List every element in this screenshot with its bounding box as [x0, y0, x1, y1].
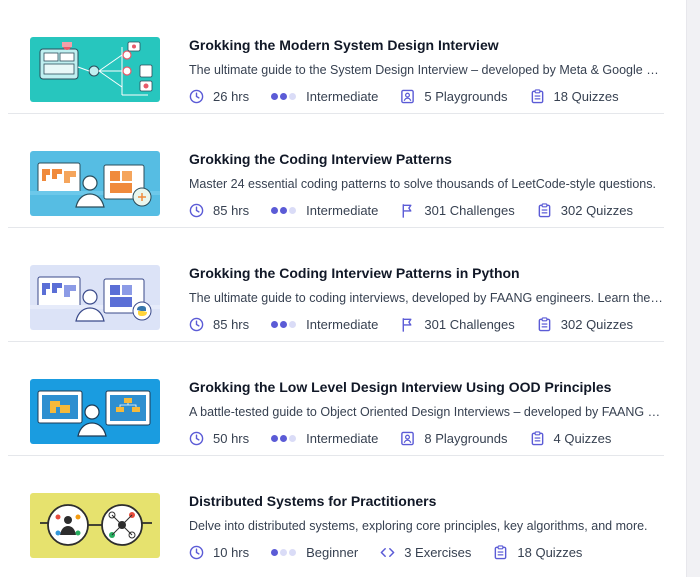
course-title[interactable]: Grokking the Coding Interview Patterns [189, 151, 452, 167]
stat-quizzes-text: 4 Quizzes [553, 430, 612, 446]
duration: 10 hrs [189, 545, 249, 560]
playground-icon [401, 431, 415, 445]
clock-icon [189, 203, 204, 217]
course-description: The ultimate guide to coding interviews,… [189, 291, 664, 305]
flag-icon [402, 203, 412, 218]
difficulty: Intermediate [271, 431, 378, 446]
course-thumbnail[interactable] [30, 379, 160, 444]
duration-text: 50 hrs [213, 430, 250, 446]
stat-quizzes: 18 Quizzes [530, 89, 619, 104]
difficulty-dots [271, 92, 298, 100]
course-meta: 85 hrs Intermediate 301 Challenges 302 Q… [189, 201, 655, 219]
duration-text: 85 hrs [213, 202, 250, 218]
course-list: Grokking the Modern System Design Interv… [0, 0, 686, 577]
duration-text: 26 hrs [213, 88, 250, 104]
clock-icon [189, 317, 204, 331]
quiz-icon [538, 202, 551, 217]
duration: 26 hrs [189, 89, 249, 104]
difficulty: Intermediate [271, 89, 378, 104]
duration-text: 85 hrs [213, 316, 250, 332]
stat-primary-text: 301 Challenges [424, 202, 515, 218]
clock-icon [189, 431, 204, 445]
course-meta: 85 hrs Intermediate 301 Challenges 302 Q… [189, 315, 655, 333]
stat-quizzes-text: 18 Quizzes [517, 544, 583, 560]
quiz-icon [531, 430, 543, 445]
stat-primary-text: 301 Challenges [424, 316, 515, 332]
course-row[interactable]: Grokking the Coding Interview Patterns M… [8, 114, 664, 228]
difficulty: Beginner [271, 545, 358, 560]
course-title[interactable]: Distributed Systems for Practitioners [189, 493, 436, 509]
quiz-icon [538, 316, 551, 331]
course-row[interactable]: Grokking the Low Level Design Interview … [8, 342, 664, 456]
duration: 85 hrs [189, 203, 249, 218]
low-level-design-illustration [30, 379, 160, 444]
flag-icon [402, 317, 412, 332]
difficulty-text: Intermediate [306, 316, 379, 332]
course-description: Delve into distributed systems, explorin… [189, 519, 648, 533]
difficulty-dots [271, 434, 298, 442]
stat-quizzes: 4 Quizzes [530, 430, 612, 446]
course-meta: 50 hrs Intermediate 8 Playgrounds 4 Quiz… [189, 429, 633, 447]
course-title[interactable]: Grokking the Low Level Design Interview … [189, 379, 611, 395]
course-description: The ultimate guide to the System Design … [189, 63, 664, 77]
stat-quizzes-text: 18 Quizzes [553, 88, 619, 104]
course-row[interactable]: Grokking the Modern System Design Interv… [8, 0, 664, 114]
stat-quizzes-text: 302 Quizzes [560, 316, 634, 332]
stat-primary-text: 3 Exercises [404, 544, 472, 560]
difficulty-dots [271, 320, 298, 328]
distributed-systems-illustration [30, 493, 160, 558]
stat-primary: 8 Playgrounds [400, 430, 508, 446]
difficulty-text: Intermediate [306, 202, 379, 218]
quiz-icon [495, 544, 507, 559]
stat-primary-text: 5 Playgrounds [424, 88, 508, 104]
course-description: A battle-tested guide to Object Oriented… [189, 405, 664, 419]
clock-icon [189, 89, 204, 103]
stat-quizzes-text: 302 Quizzes [560, 202, 634, 218]
duration: 85 hrs [189, 317, 249, 332]
code-icon [380, 547, 395, 557]
course-row[interactable]: Distributed Systems for Practitioners De… [8, 456, 664, 570]
stat-primary: 5 Playgrounds [400, 88, 508, 104]
course-thumbnail[interactable] [30, 151, 160, 216]
quiz-icon [531, 88, 543, 103]
difficulty-dots [271, 206, 298, 214]
course-thumbnail[interactable] [30, 493, 160, 558]
stat-primary: 301 Challenges [400, 316, 515, 332]
course-description: Master 24 essential coding patterns to s… [189, 177, 656, 191]
stat-primary: 3 Exercises [380, 545, 471, 560]
stat-quizzes: 302 Quizzes [537, 317, 633, 332]
python-patterns-illustration [30, 265, 160, 330]
playground-icon [401, 89, 415, 103]
course-meta: 26 hrs Intermediate 5 Playgrounds 18 Qui… [189, 87, 641, 105]
coding-patterns-illustration [30, 151, 160, 216]
difficulty: Intermediate [271, 203, 378, 218]
course-title[interactable]: Grokking the Modern System Design Interv… [189, 37, 499, 53]
stat-quizzes: 18 Quizzes [493, 545, 582, 560]
course-meta: 10 hrs Beginner 3 Exercises 18 Quizzes [189, 543, 604, 561]
stat-primary: 301 Challenges [400, 202, 515, 218]
duration: 50 hrs [189, 431, 249, 446]
difficulty-dots [271, 548, 298, 556]
difficulty: Intermediate [271, 317, 378, 332]
course-row[interactable]: Grokking the Coding Interview Patterns i… [8, 228, 664, 342]
stat-quizzes: 302 Quizzes [537, 203, 633, 218]
scrollbar[interactable] [686, 0, 700, 577]
duration-text: 10 hrs [213, 544, 250, 560]
course-thumbnail[interactable] [30, 265, 160, 330]
course-thumbnail[interactable] [30, 37, 160, 102]
clock-icon [189, 545, 204, 559]
course-title[interactable]: Grokking the Coding Interview Patterns i… [189, 265, 520, 281]
system-design-illustration [30, 37, 160, 102]
difficulty-text: Intermediate [306, 430, 379, 446]
stat-primary-text: 8 Playgrounds [424, 430, 508, 446]
difficulty-text: Intermediate [306, 88, 379, 104]
difficulty-text: Beginner [306, 544, 359, 560]
